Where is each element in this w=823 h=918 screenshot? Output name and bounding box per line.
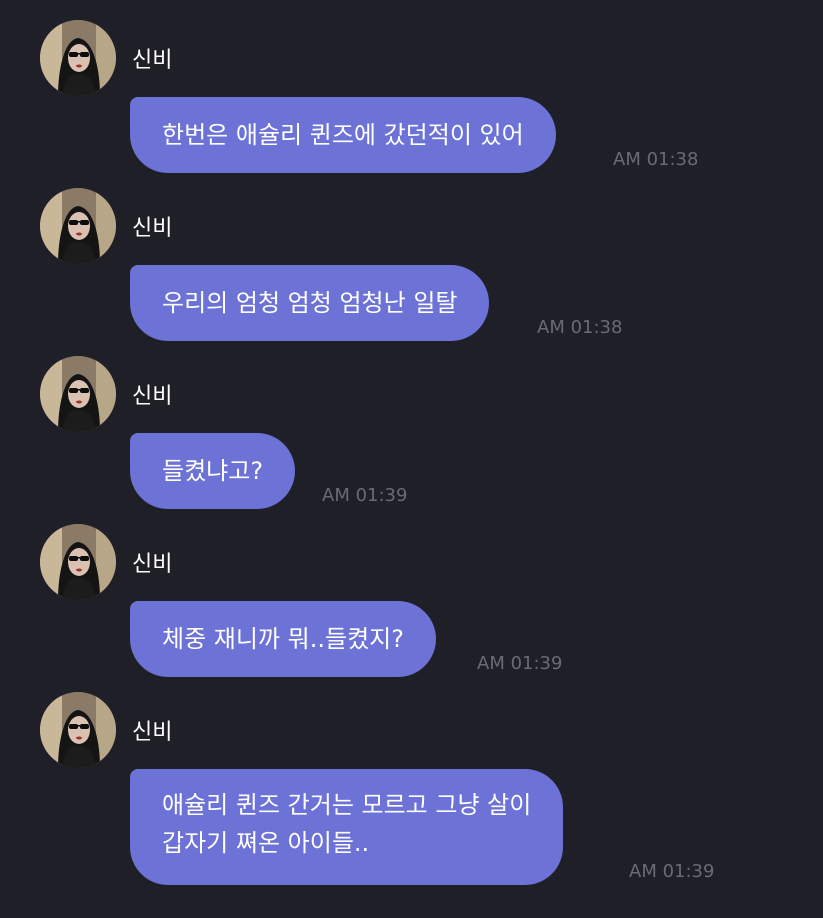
- avatar-photo: [40, 524, 116, 600]
- message-text: 갑자기 쪄온 아이들..: [162, 829, 370, 857]
- message-text: 한번은 애슐리 퀸즈에 갔던적이 있어: [162, 121, 524, 149]
- avatar-photo: [40, 20, 116, 96]
- sender-avatar[interactable]: [40, 692, 116, 768]
- message-bubble[interactable]: 체중 재니까 뭐..들켰지?: [130, 601, 436, 677]
- sender-name: 신비: [132, 48, 173, 73]
- message-bubble[interactable]: 애슐리 퀸즈 간거는 모르고 그냥 살이 갑자기 쪄온 아이들..: [130, 769, 564, 885]
- avatar-photo: [40, 356, 116, 432]
- message-timestamp: AM 01:39: [477, 653, 563, 674]
- message-bubble[interactable]: 우리의 엄청 엄청 엄청난 일탈: [130, 265, 490, 341]
- message-bubble[interactable]: 한번은 애슐리 퀸즈에 갔던적이 있어: [130, 97, 556, 173]
- message-text: 우리의 엄청 엄청 엄청난 일탈: [162, 289, 458, 317]
- sender-name: 신비: [132, 384, 173, 409]
- message-timestamp: AM 01:39: [322, 485, 408, 506]
- sender-name: 신비: [132, 216, 173, 241]
- sender-avatar[interactable]: [40, 20, 116, 96]
- avatar-photo: [40, 692, 116, 768]
- sender-avatar[interactable]: [40, 524, 116, 600]
- sender-name: 신비: [132, 552, 173, 577]
- message-text: 체중 재니까 뭐..들켰지?: [162, 625, 404, 653]
- sender-avatar[interactable]: [40, 188, 116, 264]
- sender-name: 신비: [132, 720, 173, 745]
- message-text: 들켰냐고?: [162, 457, 264, 485]
- message-timestamp: AM 01:38: [613, 149, 699, 170]
- chat-thread: 신비 한번은 애슐리 퀸즈에 갔던적이 있어 AM 01:38 신비 우리의 엄…: [0, 0, 823, 918]
- message-timestamp: AM 01:38: [537, 317, 623, 338]
- sender-avatar[interactable]: [40, 356, 116, 432]
- message-text: 애슐리 퀸즈 간거는 모르고 그냥 살이: [162, 791, 532, 819]
- message-timestamp: AM 01:39: [629, 861, 715, 882]
- message-bubble[interactable]: 들켰냐고?: [130, 433, 296, 509]
- avatar-photo: [40, 188, 116, 264]
